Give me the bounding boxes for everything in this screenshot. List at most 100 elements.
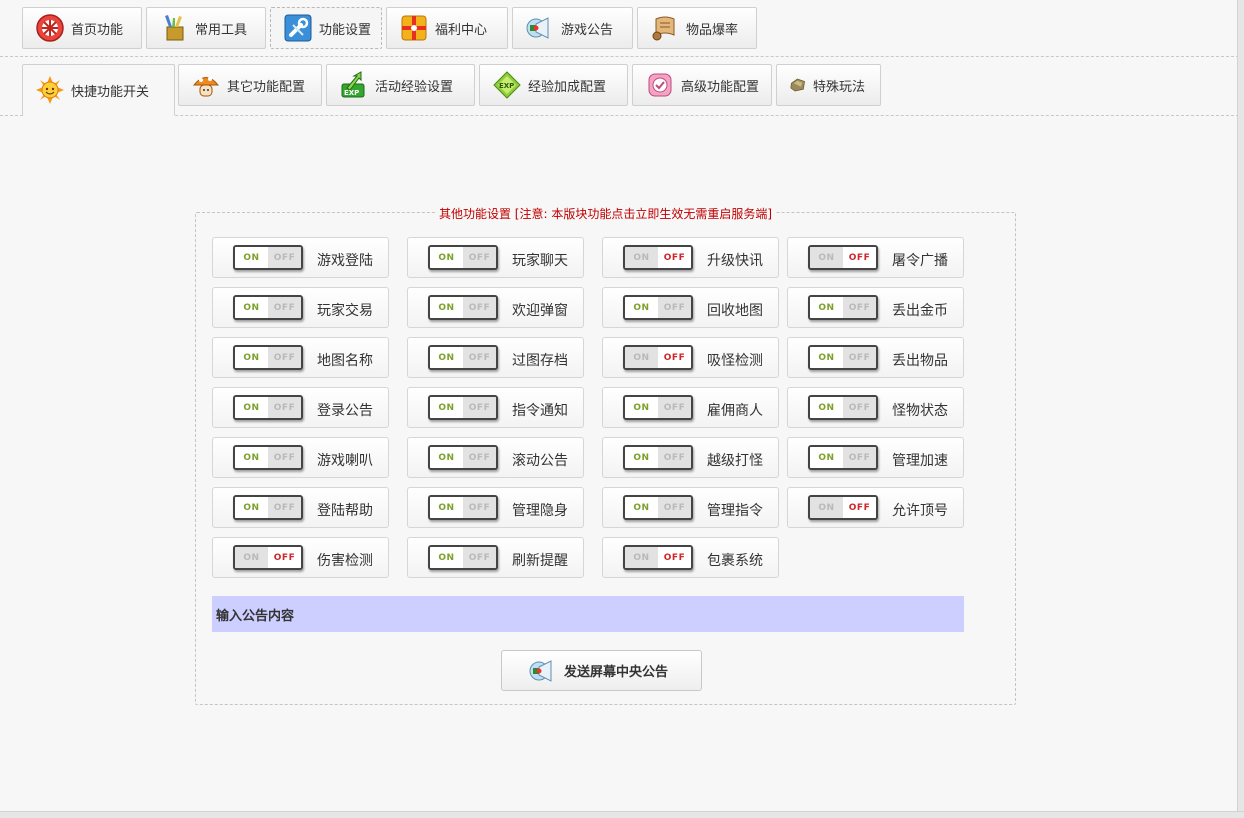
window-frame-bottom bbox=[0, 811, 1244, 818]
switch-cell[interactable]: ON OFF 玩家交易 bbox=[212, 287, 389, 328]
switch-label: 游戏喇叭 bbox=[317, 453, 373, 469]
switch-cell[interactable]: ON OFF 屠令广播 bbox=[787, 237, 964, 278]
toggle-on-text: ON bbox=[430, 547, 463, 568]
switch-cell[interactable]: ON OFF 欢迎弹窗 bbox=[407, 287, 584, 328]
tab-label: 福利中心 bbox=[435, 22, 488, 38]
toggle-switch[interactable]: ON OFF bbox=[623, 395, 693, 420]
tab-common-tools[interactable]: 常用工具 bbox=[146, 7, 266, 49]
switch-label: 管理指令 bbox=[707, 503, 763, 519]
toggle-switch[interactable]: ON OFF bbox=[233, 545, 303, 570]
switch-label: 登录公告 bbox=[317, 403, 373, 419]
switch-cell[interactable]: ON OFF 丢出金币 bbox=[787, 287, 964, 328]
switch-cell[interactable]: ON OFF 包裹系统 bbox=[602, 537, 779, 578]
send-button-label: 发送屏幕中央公告 bbox=[564, 665, 669, 680]
switch-label: 屠令广播 bbox=[892, 253, 948, 269]
switch-label: 雇佣商人 bbox=[707, 403, 763, 419]
switch-cell[interactable]: ON OFF 地图名称 bbox=[212, 337, 389, 378]
switch-cell[interactable]: ON OFF 指令通知 bbox=[407, 387, 584, 428]
toggle-switch[interactable]: ON OFF bbox=[808, 245, 878, 270]
switch-cell[interactable]: ON OFF 丢出物品 bbox=[787, 337, 964, 378]
toggle-switch[interactable]: ON OFF bbox=[808, 495, 878, 520]
toggle-switch[interactable]: ON OFF bbox=[808, 345, 878, 370]
switch-label: 怪物状态 bbox=[892, 403, 948, 419]
toggle-off-text: OFF bbox=[463, 347, 496, 368]
toggle-switch[interactable]: ON OFF bbox=[808, 395, 878, 420]
switch-cell[interactable]: ON OFF 滚动公告 bbox=[407, 437, 584, 478]
toggle-switch[interactable]: ON OFF bbox=[623, 445, 693, 470]
switch-cell[interactable]: ON OFF 雇佣商人 bbox=[602, 387, 779, 428]
subtab-special-gameplay[interactable]: 特殊玩法 bbox=[776, 64, 881, 106]
toggle-switch[interactable]: ON OFF bbox=[623, 345, 693, 370]
tab-game-announcement[interactable]: 游戏公告 bbox=[512, 7, 633, 49]
toggle-switch[interactable]: ON OFF bbox=[623, 245, 693, 270]
toggle-switch[interactable]: ON OFF bbox=[428, 445, 498, 470]
toggle-on-text: ON bbox=[430, 247, 463, 268]
switch-label: 吸怪检测 bbox=[707, 353, 763, 369]
toggle-off-text: OFF bbox=[268, 297, 301, 318]
toggle-switch[interactable]: ON OFF bbox=[623, 545, 693, 570]
switch-cell[interactable]: ON OFF 玩家聊天 bbox=[407, 237, 584, 278]
toggle-off-text: OFF bbox=[268, 547, 301, 568]
switch-cell[interactable]: ON OFF 回收地图 bbox=[602, 287, 779, 328]
switch-cell[interactable]: ON OFF 刷新提醒 bbox=[407, 537, 584, 578]
subtab-advanced-config[interactable]: 高级功能配置 bbox=[632, 64, 772, 106]
subtab-quick-switches[interactable]: 快捷功能开关 bbox=[22, 64, 175, 116]
toggle-switch[interactable]: ON OFF bbox=[808, 445, 878, 470]
tab-item-drop-rate[interactable]: 物品爆率 bbox=[637, 7, 757, 49]
toggle-switch[interactable]: ON OFF bbox=[623, 495, 693, 520]
switch-cell[interactable]: ON OFF 管理隐身 bbox=[407, 487, 584, 528]
tab-feature-settings[interactable]: 功能设置 bbox=[270, 7, 382, 49]
wrench-icon bbox=[283, 13, 313, 43]
switch-cell[interactable]: ON OFF 登录公告 bbox=[212, 387, 389, 428]
switch-label: 指令通知 bbox=[512, 403, 568, 419]
switch-cell[interactable]: ON OFF 管理加速 bbox=[787, 437, 964, 478]
subtab-event-exp[interactable]: EXP 活动经验设置 bbox=[326, 64, 475, 106]
toggle-on-text: ON bbox=[625, 247, 658, 268]
switch-label: 回收地图 bbox=[707, 303, 763, 319]
toggle-switch[interactable]: ON OFF bbox=[428, 345, 498, 370]
switch-label: 过图存档 bbox=[512, 353, 568, 369]
toggle-switch[interactable]: ON OFF bbox=[233, 345, 303, 370]
switch-cell[interactable]: ON OFF 管理指令 bbox=[602, 487, 779, 528]
switch-cell[interactable]: ON OFF 吸怪检测 bbox=[602, 337, 779, 378]
tab-home-functions[interactable]: 首页功能 bbox=[22, 7, 142, 49]
switch-cell[interactable]: ON OFF 游戏喇叭 bbox=[212, 437, 389, 478]
switch-cell[interactable]: ON OFF 游戏登陆 bbox=[212, 237, 389, 278]
toggle-off-text: OFF bbox=[658, 447, 691, 468]
switch-cell[interactable]: ON OFF 怪物状态 bbox=[787, 387, 964, 428]
switch-cell[interactable]: ON OFF 升级快讯 bbox=[602, 237, 779, 278]
toggle-switch[interactable]: ON OFF bbox=[808, 295, 878, 320]
toggle-switch[interactable]: ON OFF bbox=[428, 495, 498, 520]
toggle-switch[interactable]: ON OFF bbox=[428, 545, 498, 570]
switch-cell[interactable]: ON OFF 伤害检测 bbox=[212, 537, 389, 578]
toggle-switch[interactable]: ON OFF bbox=[428, 295, 498, 320]
mushroom-icon bbox=[191, 70, 221, 100]
toggle-switch[interactable]: ON OFF bbox=[233, 245, 303, 270]
tab-label: 高级功能配置 bbox=[681, 79, 760, 95]
switch-cell[interactable]: ON OFF 越级打怪 bbox=[602, 437, 779, 478]
toggle-switch[interactable]: ON OFF bbox=[623, 295, 693, 320]
toggle-off-text: OFF bbox=[658, 547, 691, 568]
toggle-on-text: ON bbox=[235, 397, 268, 418]
window-frame-right bbox=[1237, 0, 1244, 818]
subtab-exp-bonus[interactable]: EXP 经验加成配置 bbox=[479, 64, 628, 106]
tab-welfare-center[interactable]: 福利中心 bbox=[386, 7, 508, 49]
toggle-on-text: ON bbox=[810, 247, 843, 268]
send-center-announcement-button[interactable]: 发送屏幕中央公告 bbox=[501, 650, 702, 691]
toggle-off-text: OFF bbox=[843, 347, 876, 368]
toggle-switch[interactable]: ON OFF bbox=[428, 245, 498, 270]
switch-label: 升级快讯 bbox=[707, 253, 763, 269]
gift-icon bbox=[399, 13, 429, 43]
megaphone-icon bbox=[528, 656, 558, 686]
home-swirl-icon bbox=[35, 13, 65, 43]
toggle-switch[interactable]: ON OFF bbox=[233, 445, 303, 470]
toggle-switch[interactable]: ON OFF bbox=[233, 495, 303, 520]
announcement-input[interactable]: 输入公告内容 bbox=[212, 596, 964, 632]
subtab-other-config[interactable]: 其它功能配置 bbox=[178, 64, 322, 106]
switch-cell[interactable]: ON OFF 过图存档 bbox=[407, 337, 584, 378]
switch-cell[interactable]: ON OFF 登陆帮助 bbox=[212, 487, 389, 528]
switch-cell[interactable]: ON OFF 允许顶号 bbox=[787, 487, 964, 528]
toggle-switch[interactable]: ON OFF bbox=[233, 395, 303, 420]
toggle-switch[interactable]: ON OFF bbox=[233, 295, 303, 320]
toggle-switch[interactable]: ON OFF bbox=[428, 395, 498, 420]
